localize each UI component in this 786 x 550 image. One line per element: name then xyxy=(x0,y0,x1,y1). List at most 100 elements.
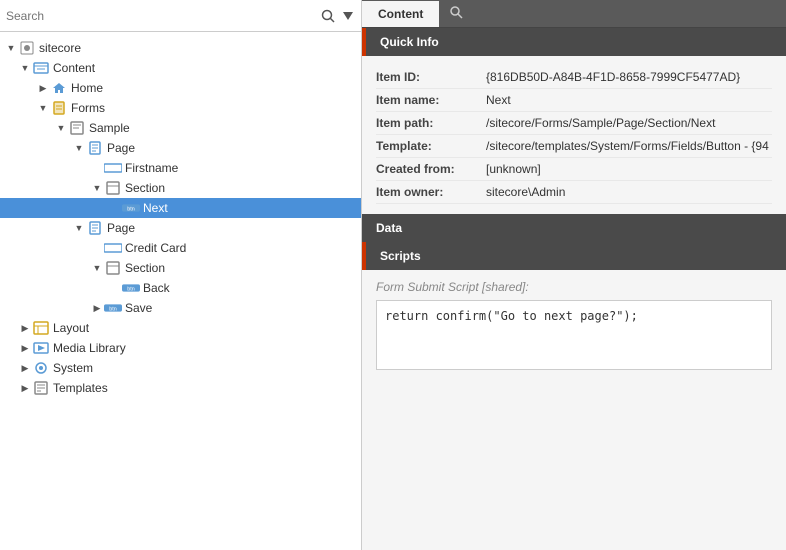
expander-system[interactable] xyxy=(18,363,32,374)
dropdown-button[interactable] xyxy=(341,6,355,25)
expander-section1[interactable] xyxy=(90,183,104,193)
tree-node-save: btn Save xyxy=(0,298,361,318)
expander-save[interactable] xyxy=(90,303,104,314)
label-forms: Forms xyxy=(71,101,105,115)
value-createdfrom: [unknown] xyxy=(486,162,541,176)
info-row-itemowner: Item owner: sitecore\Admin xyxy=(376,181,772,204)
label-save: Save xyxy=(125,301,152,315)
search-input[interactable] xyxy=(6,9,315,23)
data-title: Data xyxy=(376,221,402,235)
tree-row-sitecore[interactable]: sitecore xyxy=(0,38,361,58)
icon-creditcard xyxy=(104,240,122,256)
label-itempath: Item path: xyxy=(376,116,486,130)
label-section1: Section xyxy=(125,181,165,195)
tree-node-back: btn Back xyxy=(0,278,361,298)
label-createdfrom: Created from: xyxy=(376,162,486,176)
tree-node-layout: Layout xyxy=(0,318,361,338)
tree-row-section2[interactable]: Section xyxy=(0,258,361,278)
info-row-itemid: Item ID: {816DB50D-A84B-4F1D-8658-7999CF… xyxy=(376,66,772,89)
search-button[interactable] xyxy=(319,7,337,25)
label-firstname: Firstname xyxy=(125,161,178,175)
tree-row-page2[interactable]: Page xyxy=(0,218,361,238)
tree-node-next: btn Next xyxy=(0,198,361,218)
tabs-bar: Content xyxy=(362,0,786,28)
icon-layout xyxy=(32,320,50,336)
icon-content xyxy=(32,60,50,76)
svg-text:btn: btn xyxy=(127,287,134,293)
tree-row-page1[interactable]: Page xyxy=(0,138,361,158)
icon-back: btn xyxy=(122,280,140,296)
info-row-template: Template: /sitecore/templates/System/For… xyxy=(376,135,772,158)
label-templates: Templates xyxy=(53,381,108,395)
tree-row-save[interactable]: btn Save xyxy=(0,298,361,318)
tree-node-forms: Forms Sample xyxy=(0,98,361,318)
expander-content[interactable] xyxy=(18,63,32,73)
tree-row-medialibrary[interactable]: Media Library xyxy=(0,338,361,358)
expander-layout[interactable] xyxy=(18,323,32,334)
icon-firstname xyxy=(104,160,122,176)
expander-forms[interactable] xyxy=(36,103,50,113)
scripts-header: Scripts xyxy=(362,242,786,270)
tree-node-creditcard: Credit Card xyxy=(0,238,361,258)
tree-row-sample[interactable]: Sample xyxy=(0,118,361,138)
tree-row-layout[interactable]: Layout xyxy=(0,318,361,338)
label-back: Back xyxy=(143,281,170,295)
expander-page2[interactable] xyxy=(72,223,86,233)
expander-sample[interactable] xyxy=(54,123,68,133)
tree-node-sample: Sample Page xyxy=(0,118,361,318)
expander-page1[interactable] xyxy=(72,143,86,153)
icon-medialibrary xyxy=(32,340,50,356)
right-content: Quick Info Item ID: {816DB50D-A84B-4F1D-… xyxy=(362,28,786,550)
icon-system xyxy=(32,360,50,376)
scripts-section: Form Submit Script [shared]: return conf… xyxy=(362,270,786,380)
svg-text:btn: btn xyxy=(127,207,134,213)
tree-node-templates: Templates xyxy=(0,378,361,398)
script-editor[interactable]: return confirm("Go to next page?"); xyxy=(376,300,772,370)
info-row-createdfrom: Created from: [unknown] xyxy=(376,158,772,181)
value-itempath: /sitecore/Forms/Sample/Page/Section/Next xyxy=(486,116,715,130)
info-table: Item ID: {816DB50D-A84B-4F1D-8658-7999CF… xyxy=(362,56,786,214)
label-section2: Section xyxy=(125,261,165,275)
scripts-title: Scripts xyxy=(380,249,421,263)
script-form-label: Form Submit Script xyxy=(376,280,479,294)
value-itemname: Next xyxy=(486,93,511,107)
tab-search-button[interactable] xyxy=(439,0,473,27)
label-template: Template: xyxy=(376,139,486,153)
label-home: Home xyxy=(71,81,103,95)
expander-medialibrary[interactable] xyxy=(18,343,32,354)
label-page2: Page xyxy=(107,221,135,235)
tree-row-home[interactable]: Home xyxy=(0,78,361,98)
tree-node-medialibrary: Media Library xyxy=(0,338,361,358)
tree-row-templates[interactable]: Templates xyxy=(0,378,361,398)
expander-section2[interactable] xyxy=(90,263,104,273)
value-itemowner: sitecore\Admin xyxy=(486,185,565,199)
script-value: return confirm("Go to next page?"); xyxy=(385,309,638,323)
expander-templates[interactable] xyxy=(18,383,32,394)
right-panel: Content Quick Info Item ID: {816DB50D-A8… xyxy=(362,0,786,550)
icon-save: btn xyxy=(104,300,122,316)
expander-home[interactable] xyxy=(36,83,50,94)
tree-row-system[interactable]: System xyxy=(0,358,361,378)
label-content: Content xyxy=(53,61,95,75)
tree-node-home: Home xyxy=(0,78,361,98)
value-itemid: {816DB50D-A84B-4F1D-8658-7999CF5477AD} xyxy=(486,70,740,84)
tree-row-back[interactable]: btn Back xyxy=(0,278,361,298)
quickinfo-title: Quick Info xyxy=(380,35,439,49)
tree-node-section1: Section btn xyxy=(0,178,361,218)
icon-sample xyxy=(68,120,86,136)
tree-row-forms[interactable]: Forms xyxy=(0,98,361,118)
icon-templates xyxy=(32,380,50,396)
tree-row-content[interactable]: Content xyxy=(0,58,361,78)
svg-text:btn: btn xyxy=(109,307,116,313)
tree-row-firstname[interactable]: Firstname xyxy=(0,158,361,178)
label-medialibrary: Media Library xyxy=(53,341,126,355)
icon-sitecore xyxy=(18,40,36,56)
tree-row-creditcard[interactable]: Credit Card xyxy=(0,238,361,258)
tree-row-next[interactable]: btn Next xyxy=(0,198,361,218)
tree-node-content: Content Home xyxy=(0,58,361,318)
tab-content[interactable]: Content xyxy=(362,1,439,27)
icon-section2 xyxy=(104,260,122,276)
expander-sitecore[interactable] xyxy=(4,43,18,53)
label-next: Next xyxy=(143,201,168,215)
tree-row-section1[interactable]: Section xyxy=(0,178,361,198)
